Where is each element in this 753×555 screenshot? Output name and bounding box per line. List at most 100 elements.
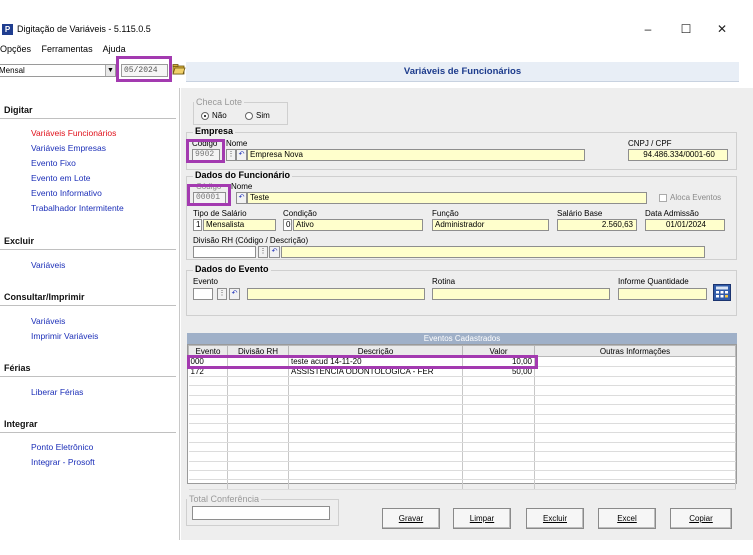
sidebar-item-evento-em-lote[interactable]: Evento em Lote <box>31 173 91 183</box>
table-cell[interactable] <box>462 442 535 453</box>
period-type-select[interactable]: Mensal <box>0 64 116 77</box>
limpar-button[interactable]: Limpar <box>453 508 511 529</box>
sidebar-item-integrar-prosoft[interactable]: Integrar - Prosoft <box>31 457 95 467</box>
column-header[interactable]: Outras Informações <box>534 345 736 357</box>
undo-icon[interactable]: ↶ <box>236 149 247 161</box>
undo-icon[interactable]: ↶ <box>236 192 247 204</box>
table-row[interactable] <box>188 376 736 387</box>
table-cell[interactable] <box>534 432 736 443</box>
table-cell[interactable] <box>534 395 736 406</box>
table-cell[interactable] <box>288 442 463 453</box>
divisao-rh-code-field[interactable] <box>193 246 256 258</box>
maximize-button[interactable]: ☐ <box>676 22 696 36</box>
condicao-code[interactable]: 0 <box>283 219 292 231</box>
table-cell[interactable] <box>227 461 289 471</box>
data-admissao-field[interactable]: 01/01/2024 <box>645 219 725 231</box>
table-cell[interactable] <box>534 385 736 396</box>
radio-nao[interactable] <box>201 112 209 120</box>
table-cell[interactable] <box>227 442 289 453</box>
table-cell[interactable] <box>462 470 535 481</box>
table-cell[interactable] <box>288 470 463 481</box>
divisao-search-button[interactable]: ⋮ <box>258 246 268 258</box>
copiar-button[interactable]: Copiar <box>670 508 732 529</box>
table-cell[interactable] <box>227 470 289 481</box>
table-cell[interactable] <box>534 366 736 377</box>
table-cell[interactable] <box>462 376 535 387</box>
salario-base-field[interactable]: 2.560,63 <box>557 219 637 231</box>
table-row[interactable] <box>188 385 736 396</box>
table-cell[interactable] <box>188 470 228 481</box>
evento-desc-field[interactable] <box>247 288 425 300</box>
table-row[interactable] <box>188 414 736 424</box>
sidebar-item-variaveis-funcionarios[interactable]: Variáveis Funcionários <box>31 128 116 138</box>
table-cell[interactable] <box>462 479 535 490</box>
table-cell[interactable] <box>227 376 289 387</box>
condicao-field[interactable]: Ativo <box>293 219 423 231</box>
table-cell[interactable] <box>288 479 463 490</box>
sidebar-item-variaveis-empresas[interactable]: Variáveis Empresas <box>31 143 106 153</box>
evento-code-field[interactable] <box>193 288 213 300</box>
table-cell[interactable] <box>188 432 228 443</box>
table-cell[interactable] <box>288 423 463 434</box>
table-row[interactable] <box>188 479 736 490</box>
table-cell[interactable] <box>462 423 535 434</box>
rotina-field[interactable] <box>432 288 610 300</box>
sidebar-item-imprimir-variaveis[interactable]: Imprimir Variáveis <box>31 331 98 341</box>
total-conferencia-field[interactable] <box>192 506 330 520</box>
table-row[interactable] <box>188 470 736 481</box>
gravar-button[interactable]: Gravar <box>382 508 440 529</box>
table-cell[interactable] <box>227 479 289 490</box>
table-cell[interactable] <box>188 385 228 396</box>
table-cell[interactable] <box>288 432 463 443</box>
table-cell[interactable] <box>462 414 535 424</box>
table-cell[interactable] <box>227 423 289 434</box>
chevron-down-icon[interactable]: ▼ <box>105 65 115 76</box>
table-cell[interactable] <box>288 376 463 387</box>
menu-ferramentas[interactable]: Ferramentas <box>42 44 93 54</box>
table-cell[interactable] <box>188 442 228 453</box>
table-cell[interactable] <box>534 376 736 387</box>
table-cell[interactable] <box>534 461 736 471</box>
table-cell[interactable] <box>188 423 228 434</box>
table-cell[interactable] <box>288 404 463 415</box>
table-cell[interactable] <box>227 451 289 462</box>
sidebar-item-evento-fixo[interactable]: Evento Fixo <box>31 158 76 168</box>
radio-sim[interactable] <box>245 112 253 120</box>
menu-ajuda[interactable]: Ajuda <box>103 44 126 54</box>
table-row[interactable] <box>188 442 736 453</box>
funcionario-nome-field[interactable]: Teste <box>247 192 647 204</box>
table-row[interactable] <box>188 423 736 434</box>
table-cell[interactable] <box>462 385 535 396</box>
table-cell[interactable] <box>534 451 736 462</box>
menu-opcoes[interactable]: Opções <box>0 44 31 54</box>
table-cell[interactable] <box>288 451 463 462</box>
evento-search-button[interactable]: ⋮ <box>217 288 227 300</box>
table-cell[interactable] <box>462 432 535 443</box>
table-cell[interactable] <box>227 395 289 406</box>
table-cell[interactable] <box>462 404 535 415</box>
table-row[interactable] <box>188 432 736 443</box>
sidebar-item-trabalhador-intermitente[interactable]: Trabalhador Intermitente <box>31 203 124 213</box>
informe-quantidade-field[interactable] <box>618 288 707 300</box>
undo-icon[interactable]: ↶ <box>229 288 240 300</box>
table-cell[interactable] <box>188 451 228 462</box>
funcao-field[interactable]: Administrador <box>432 219 549 231</box>
table-cell[interactable] <box>534 404 736 415</box>
table-cell[interactable] <box>462 451 535 462</box>
table-cell[interactable] <box>188 376 228 387</box>
sidebar-item-liberar-ferias[interactable]: Liberar Férias <box>31 387 83 397</box>
table-cell[interactable] <box>227 432 289 443</box>
table-cell[interactable] <box>288 414 463 424</box>
table-cell[interactable] <box>188 414 228 424</box>
calculator-icon[interactable] <box>713 284 731 301</box>
table-cell[interactable] <box>188 395 228 406</box>
table-cell[interactable] <box>462 395 535 406</box>
table-row[interactable] <box>188 451 736 462</box>
table-cell[interactable] <box>534 356 736 367</box>
table-row[interactable] <box>188 395 736 406</box>
minimize-button[interactable]: – <box>638 22 658 36</box>
tipo-salario-field[interactable]: Mensalista <box>203 219 276 231</box>
table-cell[interactable] <box>534 423 736 434</box>
divisao-rh-desc-field[interactable] <box>281 246 705 258</box>
table-cell[interactable] <box>288 461 463 471</box>
